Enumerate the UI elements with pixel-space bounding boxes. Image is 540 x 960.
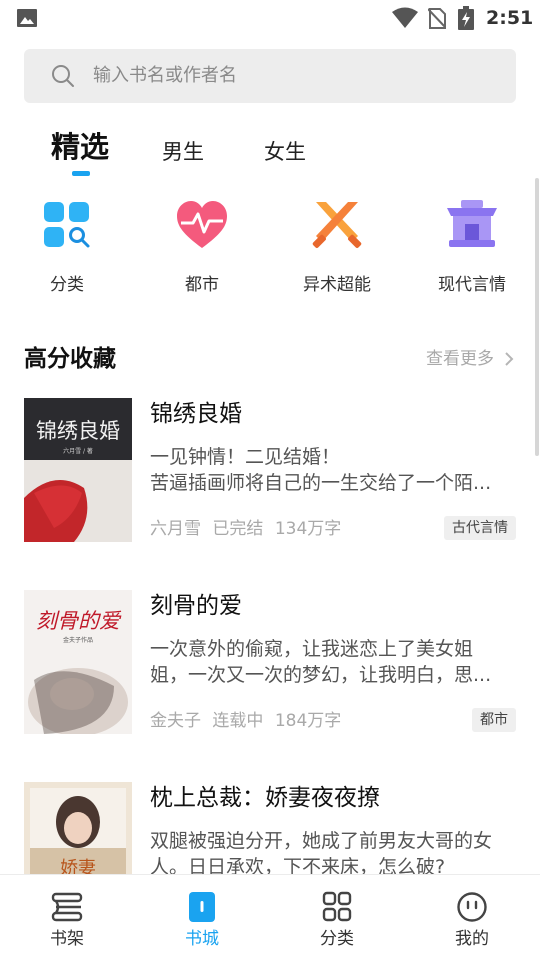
book-title: 刻骨的爱 (150, 593, 242, 619)
svg-text:金夫子作品: 金夫子作品 (63, 636, 93, 644)
category-shortcut-supernatural[interactable]: 异术超能 (287, 196, 387, 295)
book-status: 连载中 (212, 711, 264, 731)
no-sim-icon (428, 8, 446, 29)
book-cover[interactable]: 娇妻 (24, 782, 132, 874)
book-genre-tag: 都市 (472, 708, 516, 732)
book-author: 六月雪 (150, 519, 201, 539)
book-cover[interactable]: 锦绣良婚 六月雪 / 著 (24, 398, 132, 542)
nav-label: 我的 (455, 929, 489, 949)
book-desc-line: 一见钟情！二见结婚！ (150, 446, 341, 468)
search-icon (52, 65, 74, 87)
book-description: 一次意外的偷窥，让我迷恋上了美女姐 姐，一次又一次的梦幻，让我明白，思... (150, 636, 512, 688)
scrollbar[interactable] (535, 178, 539, 456)
grid-icon (322, 891, 352, 922)
book-status: 已完结 (212, 519, 264, 539)
nav-categories[interactable]: 分类 (297, 891, 377, 951)
chevron-right-icon[interactable] (504, 351, 514, 367)
svg-text:娇妻: 娇妻 (60, 858, 96, 874)
battery-charging-icon (458, 6, 474, 30)
book-desc-line: 苦逼插画师将自己的一生交给了一个陌... (150, 472, 492, 494)
category-label: 现代言情 (438, 275, 506, 295)
tab-female[interactable]: 女生 (264, 133, 306, 171)
book-author: 金夫子 (150, 711, 201, 731)
category-shortcut-modern-romance[interactable]: 现代言情 (422, 196, 522, 295)
tab-active-indicator (72, 171, 90, 176)
book-item[interactable]: 刻骨的爱 金夫子作品 刻骨的爱 一次意外的偷窥，让我迷恋上了美女姐 姐，一次又一… (0, 590, 540, 750)
category-label: 异术超能 (303, 275, 371, 295)
status-time: 2:51 (486, 7, 534, 29)
nav-label: 分类 (320, 929, 354, 949)
cover-title-text: 刻骨的爱 (36, 609, 122, 633)
book-word-count: 134万字 (274, 519, 342, 539)
book-word-count: 184万字 (274, 711, 342, 731)
nav-label: 书城 (185, 929, 219, 949)
book-description: 一见钟情！二见结婚！ 苦逼插画师将自己的一生交给了一个陌... (150, 444, 512, 496)
search-input[interactable]: 输入书名或作者名 (24, 49, 516, 103)
book-genre-tag: 古代言情 (444, 516, 516, 540)
book-title: 锦绣良婚 (150, 401, 242, 427)
nav-profile[interactable]: 我的 (432, 891, 512, 951)
bookshelf-icon (51, 892, 83, 922)
category-label: 都市 (185, 275, 219, 295)
nav-label: 书架 (50, 929, 84, 949)
svg-text:六月雪 / 著: 六月雪 / 著 (63, 447, 93, 455)
book-desc-line: 姐，一次又一次的梦幻，让我明白，思... (150, 664, 492, 686)
book-meta: 六月雪 已完结 134万字 (150, 516, 341, 542)
book-desc-line: 一次意外的偷窥，让我迷恋上了美女姐 (150, 638, 474, 660)
pavilion-icon (447, 200, 497, 247)
nav-bookshelf[interactable]: 书架 (27, 891, 107, 951)
wifi-icon (392, 7, 418, 28)
see-more-link[interactable]: 查看更多 (426, 346, 494, 372)
cover-title-text: 锦绣良婚 (36, 419, 120, 443)
nav-bookstore[interactable]: 书城 (162, 891, 242, 951)
bookstore-icon (189, 892, 215, 922)
book-description: 双腿被强迫分开，她成了前男友大哥的女 人。日日承欢，下不来床，怎么破? (150, 828, 512, 880)
status-bar: 2:51 (0, 0, 540, 36)
category-grid-icon (44, 202, 90, 248)
profile-face-icon (457, 892, 487, 922)
book-cover[interactable]: 刻骨的爱 金夫子作品 (24, 590, 132, 734)
search-placeholder: 输入书名或作者名 (93, 65, 237, 86)
category-label: 分类 (50, 275, 84, 295)
category-shortcut-classify[interactable]: 分类 (17, 196, 117, 295)
category-shortcut-urban[interactable]: 都市 (152, 196, 252, 295)
book-item[interactable]: 锦绣良婚 六月雪 / 著 锦绣良婚 一见钟情！二见结婚！ 苦逼插画师将自己的一生… (0, 398, 540, 558)
section-title: 高分收藏 (24, 346, 116, 372)
book-meta: 金夫子 连载中 184万字 (150, 708, 341, 734)
bottom-nav: 书架 书城 分类 我的 (0, 874, 540, 960)
image-icon (17, 9, 37, 27)
crossed-swords-icon (312, 202, 362, 248)
book-title: 枕上总裁：娇妻夜夜撩 (150, 785, 380, 811)
tab-male[interactable]: 男生 (162, 133, 204, 171)
book-desc-line: 双腿被强迫分开，她成了前男友大哥的女 (150, 830, 493, 852)
heart-pulse-icon (177, 201, 227, 248)
tab-featured[interactable]: 精选 (51, 128, 109, 166)
